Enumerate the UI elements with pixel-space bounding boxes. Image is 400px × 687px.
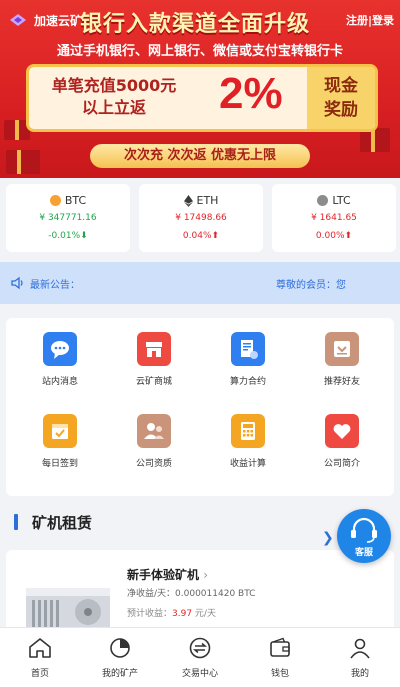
app-name: 加速云矿 [34, 14, 82, 28]
coin-card-eth[interactable]: ETH ¥ 17498.66 0.04%⬆ [139, 184, 263, 252]
ltc-icon [317, 195, 329, 206]
checkin-icon [43, 414, 77, 448]
section-accent-bar [14, 514, 18, 530]
grid-item-label: 每日签到 [41, 459, 78, 469]
grid-item-messages[interactable]: 站内消息 [20, 332, 100, 387]
coin-change: 0.00%⬆ [315, 231, 353, 241]
notice-label: 最新公告： [30, 280, 80, 291]
banner-headline: 银行入款渠道全面升级 [80, 12, 311, 37]
tab-label: 我的矿产 [101, 669, 138, 679]
chat-bubble-icon [43, 332, 77, 366]
coin-name: ETH [196, 194, 219, 207]
gift-box-decoration [6, 150, 40, 174]
shop-icon [137, 332, 171, 366]
exchange-icon [189, 637, 211, 659]
coin-price: ¥ 1641.65 [311, 213, 357, 223]
tab-label: 交易中心 [181, 669, 218, 679]
promo-reward-line2: 奖励 [324, 100, 358, 120]
tab-my-assets[interactable]: 我的矿产 [80, 628, 160, 687]
coin-card-btc[interactable]: BTC ¥ 347771.16 -0.01%⬇ [6, 184, 130, 252]
coin-ticker-row: BTC ¥ 347771.16 -0.01%⬇ ETH ¥ 17498.66 0… [0, 178, 400, 258]
promo-reward-line1: 现金 [324, 76, 358, 96]
tab-trade-center[interactable]: 交易中心 [160, 628, 240, 687]
wallet-icon [270, 637, 290, 657]
tab-label: 我的 [350, 669, 369, 679]
chevron-right-icon: › [203, 568, 209, 582]
coin-card-ltc[interactable]: LTC ¥ 1641.65 0.00%⬆ [272, 184, 396, 252]
grid-item-certification[interactable]: 公司资质 [114, 414, 194, 469]
grid-item-calculator[interactable]: 收益计算 [208, 414, 288, 469]
tab-label: 首页 [30, 669, 49, 679]
coin-name: LTC [332, 194, 351, 207]
promo-pill: 次次充 次次返 优惠无上限 [90, 144, 310, 168]
notice-message: 尊敬的会员：您 [276, 280, 346, 291]
coin-name: BTC [64, 194, 87, 207]
promo-condition-line2: 以上立返 [81, 98, 146, 117]
banner-subline: 通过手机银行、网上银行、微信或支付宝转银行卡 [56, 44, 343, 59]
user-icon [350, 638, 370, 659]
btc-icon [49, 195, 61, 206]
promo-banner[interactable]: 加速云矿 银行入款渠道全面升级 注册|登录 通过手机银行、网上银行、微信或支付宝… [0, 0, 400, 178]
auth-links: 注册|登录 [346, 12, 394, 28]
login-link[interactable]: 登录 [372, 14, 394, 27]
grid-item-about[interactable]: 公司简介 [302, 414, 382, 469]
grid-item-label: 收益计算 [229, 459, 266, 469]
grid-item-label: 推荐好友 [323, 377, 360, 387]
contract-icon [231, 332, 265, 366]
app-logo-icon [10, 14, 26, 26]
headset-icon [351, 517, 377, 543]
grid-item-label: 云矿商城 [135, 377, 172, 387]
coin-change: 0.04%⬆ [182, 231, 220, 241]
section-title: 矿机租赁 [32, 514, 93, 532]
product-income: 净收益/天：0.000011420 BTC [127, 589, 256, 599]
grid-item-label: 公司资质 [135, 459, 172, 469]
grid-item-label: 站内消息 [41, 377, 78, 387]
tab-home[interactable]: 首页 [0, 628, 80, 687]
bottom-tab-bar: 首页 我的矿产 交易中心 钱包 我的 [0, 627, 400, 687]
notice-bar[interactable]: 最新公告： 尊敬的会员：您 [0, 262, 400, 304]
product-title: 新手体验矿机 › [127, 568, 209, 582]
product-expected: 预计收益：3.97 元/天 [127, 609, 216, 619]
arrow-up-icon: ⬆ [344, 231, 353, 241]
tab-me[interactable]: 我的 [320, 628, 400, 687]
tab-label: 钱包 [270, 669, 289, 679]
product-income-value: 0.000011420 BTC [175, 589, 256, 599]
pie-chart-icon [110, 638, 130, 658]
grid-item-label: 公司简介 [323, 459, 360, 469]
coin-price: ¥ 17498.66 [175, 213, 227, 223]
promo-reward: 现金 奖励 [307, 67, 375, 129]
grid-item-label: 算力合约 [229, 377, 266, 387]
speaker-icon [11, 276, 23, 290]
coin-change: -0.01%⬇ [48, 231, 88, 241]
eth-icon [183, 194, 193, 207]
promo-condition-line1: 单笔充值5000元 [51, 76, 177, 95]
arrow-down-icon: ⬇ [80, 231, 88, 241]
coin-price: ¥ 347771.16 [39, 213, 97, 223]
promo-condition: 单笔充值5000元 以上立返 [39, 75, 189, 119]
calculator-icon [231, 414, 265, 448]
customer-service-label: 客服 [354, 548, 373, 558]
feature-grid: 站内消息 云矿商城 算力合约 推荐好友 每日签到 公司资质 收益计算 公司简介 [6, 318, 394, 496]
grid-item-checkin[interactable]: 每日签到 [20, 414, 100, 469]
heart-icon [325, 414, 359, 448]
section-more-chevron-icon[interactable]: ❯ [322, 530, 334, 546]
grid-item-contract[interactable]: 算力合约 [208, 332, 288, 387]
arrow-up-icon: ⬆ [211, 231, 220, 241]
customer-service-button[interactable]: 客服 [337, 509, 391, 563]
recommend-icon [325, 332, 359, 366]
promo-percent: 2% [219, 69, 283, 118]
grid-item-recommend[interactable]: 推荐好友 [302, 332, 382, 387]
promo-card: 单笔充值5000元 以上立返 2% 现金 奖励 [26, 64, 378, 132]
register-link[interactable]: 注册 [346, 14, 368, 27]
grid-item-shop[interactable]: 云矿商城 [114, 332, 194, 387]
product-expected-value: 3.97 [172, 609, 193, 619]
certification-icon [137, 414, 171, 448]
tab-wallet[interactable]: 钱包 [240, 628, 320, 687]
home-icon [29, 638, 51, 658]
